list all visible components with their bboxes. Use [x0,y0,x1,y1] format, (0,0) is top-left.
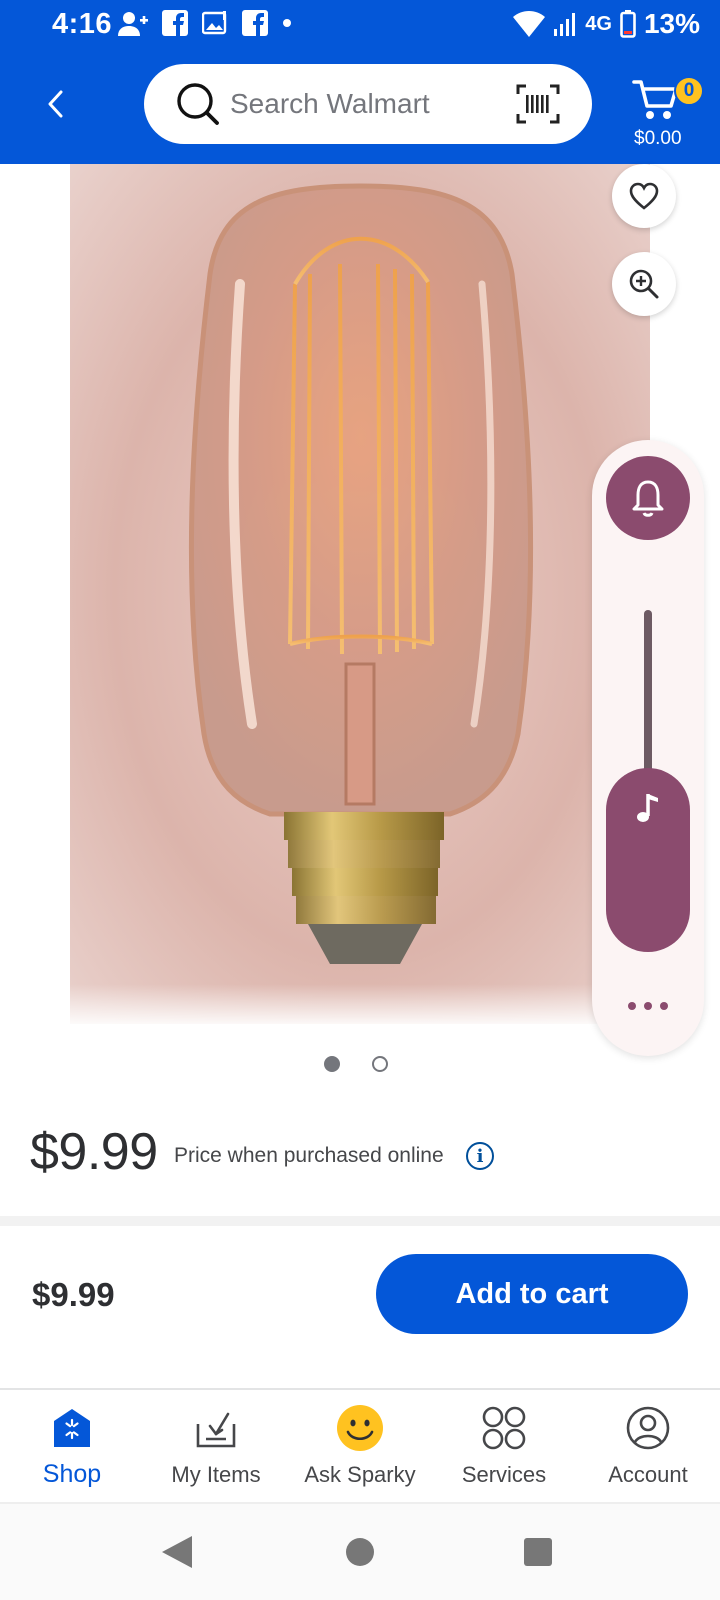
nav-item-my-items[interactable]: My Items [144,1390,288,1502]
cart-icon [632,80,678,119]
search-input[interactable] [230,84,490,124]
add-to-cart-button[interactable]: Add to cart [376,1254,688,1334]
section-divider [0,1216,720,1226]
status-time: 4:16 [52,8,113,40]
search-icon [177,83,219,125]
system-home-button[interactable] [346,1538,374,1566]
nav-label: My Items [171,1462,261,1487]
battery-icon [620,10,636,38]
zoom-button[interactable] [612,252,676,316]
facebook-icon [162,10,188,36]
cart-count-badge: 0 [674,76,704,106]
account-icon [624,1404,672,1452]
cart-button[interactable]: 0 $0.00 [630,70,710,156]
nav-label: Ask Sparky [304,1462,416,1487]
carousel-dot-2[interactable] [372,1056,388,1072]
sticky-bar-price: $9.99 [32,1276,115,1313]
music-note-icon [637,794,658,822]
bell-icon [632,480,664,517]
notification-icons [118,10,292,36]
status-bar: 4:16 4G 13% [0,0,720,52]
wifi-icon [513,11,546,37]
product-image[interactable] [70,164,650,1024]
shop-icon [48,1404,96,1452]
chevron-left-icon [48,90,63,118]
facebook-icon [242,10,268,36]
media-volume-slider[interactable] [606,768,690,952]
info-icon[interactable]: i [466,1142,494,1170]
battery-percent: 13% [643,8,700,39]
image-carousel-dots [324,1056,388,1072]
services-icon [480,1404,528,1452]
carousel-dot-1[interactable] [324,1056,340,1072]
nav-item-shop[interactable]: Shop [0,1390,144,1502]
my-items-icon [192,1404,240,1452]
ringer-mode-button[interactable] [606,456,690,540]
cart-total: $0.00 [634,128,682,149]
image-fade [70,984,650,1024]
signal-icon [554,13,576,36]
more-notifications-icon [283,19,291,27]
network-type: 4G [585,12,612,35]
more-dot [644,1002,652,1010]
more-dot [628,1002,636,1010]
add-person-icon [118,12,148,36]
more-dot [660,1002,668,1010]
zoom-in-icon [629,269,659,299]
back-button[interactable] [36,82,76,126]
gallery-icon [202,11,227,35]
nav-label: Services [461,1462,547,1487]
system-status-icons: 4G 13% [513,8,700,40]
nav-item-account[interactable]: Account [576,1390,720,1502]
price-note: Price when purchased online [174,1144,444,1167]
volume-panel [592,440,704,1056]
sparky-icon [336,1404,384,1452]
heart-icon [629,182,659,210]
nav-item-ask-sparky[interactable]: Ask Sparky [288,1390,432,1502]
nav-label: Shop [42,1460,102,1488]
search-bar[interactable] [144,64,592,144]
product-price: $9.99 [30,1123,158,1181]
app-header: 4:16 4G 13% 0 $0.00 [0,0,720,164]
volume-more-button[interactable] [628,996,668,1016]
system-back-icon[interactable] [160,1534,194,1570]
barcode-scanner-icon[interactable] [516,84,560,124]
system-recents-button[interactable] [524,1538,552,1566]
system-navigation-bar [0,1504,720,1600]
bottom-navigation: Shop My Items Ask Sparky Services Accoun… [0,1390,720,1502]
light-bulb-image [188,183,534,964]
nav-item-services[interactable]: Services [432,1390,576,1502]
favorite-button[interactable] [612,164,676,228]
nav-label: Account [608,1462,688,1487]
